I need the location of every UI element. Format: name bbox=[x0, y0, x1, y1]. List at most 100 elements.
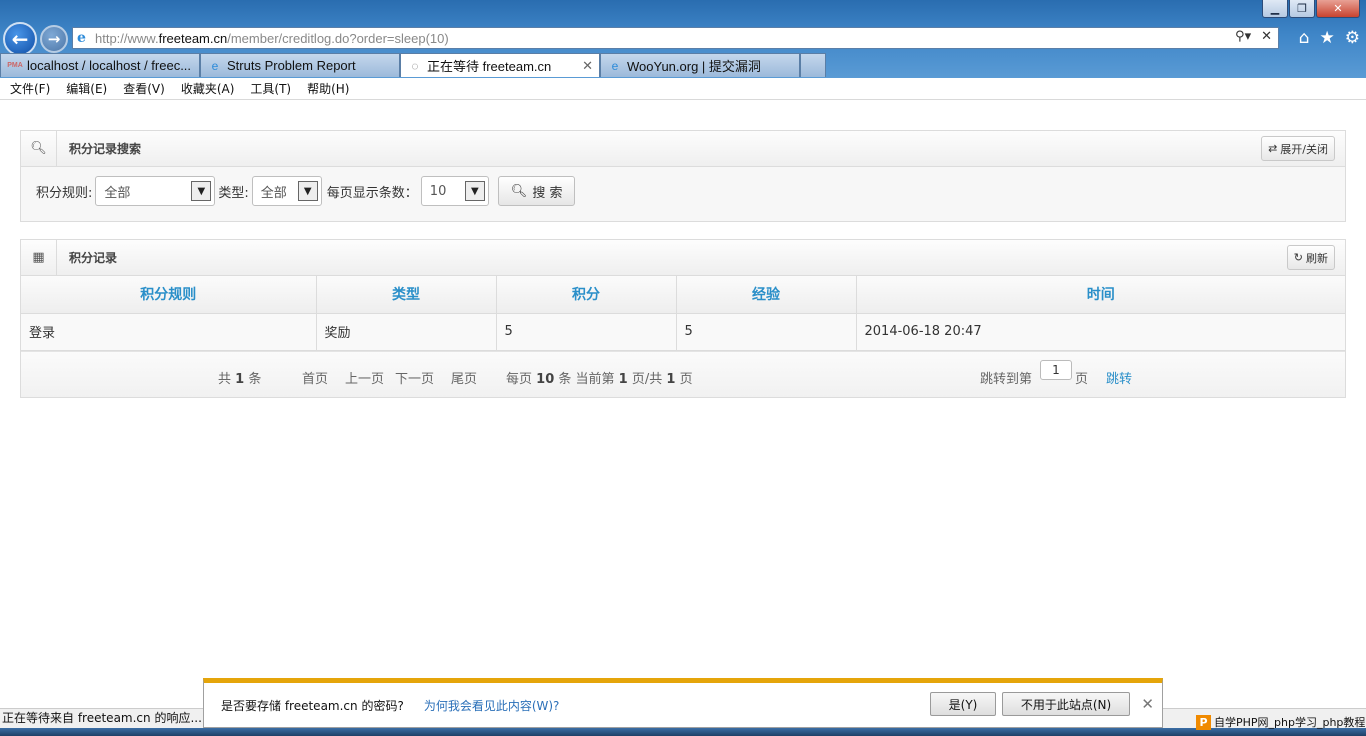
taskbar bbox=[0, 728, 1366, 736]
close-tab-icon[interactable]: ✕ bbox=[576, 58, 593, 74]
tab-label: 正在等待 freeteam.cn bbox=[427, 59, 552, 74]
tab-struts[interactable]: e Struts Problem Report bbox=[200, 53, 400, 77]
status-text: 正在等待来自 freeteam.cn 的响应... bbox=[2, 711, 202, 725]
rule-label: 积分规则: bbox=[36, 185, 93, 201]
table-row: 登录 奖励 5 5 2014-06-18 20:47 bbox=[21, 313, 1345, 351]
search-panel: 🔍︎ 积分记录搜索 ⇄ 展开/关闭 积分规则: 全部 ▼ 类型: 全部 ▼ 每页… bbox=[20, 130, 1346, 222]
save-password-notification: 是否要存储 freeteam.cn 的密码? 为何我会看见此内容(W)? 是(Y… bbox=[203, 678, 1163, 728]
jump-button[interactable]: 跳转 bbox=[1106, 368, 1132, 387]
type-label: 类型: bbox=[218, 185, 249, 201]
gear-icon[interactable]: ⚙ bbox=[1345, 28, 1360, 48]
chevron-down-icon: ▼ bbox=[297, 181, 318, 201]
per-page-select-value: 10 bbox=[429, 183, 447, 199]
window-controls: ▁ ❐ ✕ bbox=[1262, 0, 1360, 18]
home-icon[interactable]: ⌂ bbox=[1299, 28, 1310, 48]
search-icon[interactable]: ⚲▾ bbox=[1235, 29, 1251, 44]
toggle-panel-button[interactable]: ⇄ 展开/关闭 bbox=[1261, 136, 1335, 161]
forward-button[interactable]: → bbox=[40, 25, 68, 53]
ie-icon: e bbox=[211, 58, 219, 73]
tab-strip: PMA localhost / localhost / freec... e S… bbox=[0, 53, 826, 77]
menu-file[interactable]: 文件(F) bbox=[10, 80, 50, 97]
address-url[interactable]: http://www.freeteam.cn/member/creditlog.… bbox=[95, 31, 449, 46]
records-panel-header: ▦ 积分记录 ↻ 刷新 bbox=[21, 239, 1345, 276]
first-page-link[interactable]: 首页 bbox=[302, 368, 328, 387]
new-tab-button[interactable] bbox=[800, 53, 826, 77]
toggle-icon: ⇄ bbox=[1268, 142, 1278, 155]
cell-rule: 登录 bbox=[21, 313, 317, 351]
search-icon: 🔍︎ bbox=[510, 183, 528, 199]
menu-favorites[interactable]: 收藏夹(A) bbox=[181, 80, 235, 97]
rule-select[interactable]: 全部 ▼ bbox=[95, 176, 216, 206]
page-info: 每页 10 条 当前第 1 页/共 1 页 bbox=[506, 371, 693, 387]
notification-message: 是否要存储 freeteam.cn 的密码? bbox=[221, 698, 404, 713]
why-link[interactable]: 为何我会看见此内容(W)? bbox=[424, 697, 560, 714]
ad-text: 自学PHP网_php学习_php教程 bbox=[1214, 716, 1366, 729]
search-button[interactable]: 🔍︎ 搜 索 bbox=[497, 176, 576, 206]
column-header-type[interactable]: 类型 bbox=[316, 276, 497, 314]
tab-label: WooYun.org | 提交漏洞 bbox=[627, 59, 761, 74]
never-save-button[interactable]: 不用于此站点(N) bbox=[1002, 692, 1130, 716]
chevron-down-icon: ▼ bbox=[464, 181, 485, 201]
last-page-link[interactable]: 尾页 bbox=[451, 368, 477, 387]
back-arrow-icon: ← bbox=[11, 27, 29, 51]
chevron-down-icon: ▼ bbox=[191, 181, 212, 201]
menu-bar: 文件(F) 编辑(E) 查看(V) 收藏夹(A) 工具(T) 帮助(H) bbox=[0, 78, 1366, 100]
ad-banner[interactable]: P 自学PHP网_php学习_php教程 bbox=[1196, 712, 1366, 732]
favorites-star-icon[interactable]: ★ bbox=[1320, 28, 1335, 48]
records-panel: ▦ 积分记录 ↻ 刷新 积分规则 类型 积分 经验 时间 登录 奖励 5 5 2… bbox=[20, 239, 1346, 398]
column-header-rule[interactable]: 积分规则 bbox=[21, 276, 317, 314]
menu-help[interactable]: 帮助(H) bbox=[307, 80, 349, 97]
maximize-button[interactable]: ❐ bbox=[1289, 0, 1315, 18]
tab-phpmyadmin[interactable]: PMA localhost / localhost / freec... bbox=[0, 53, 200, 77]
jump-suffix: 页 bbox=[1075, 371, 1089, 387]
type-select-value: 全部 bbox=[260, 185, 287, 201]
menu-edit[interactable]: 编辑(E) bbox=[66, 80, 107, 97]
stop-icon[interactable]: ✕ bbox=[1261, 29, 1272, 44]
column-header-experience[interactable]: 经验 bbox=[676, 276, 857, 314]
browser-titlebar: ▁ ❐ ✕ ← → e http://www.freeteam.cn/membe… bbox=[0, 0, 1366, 78]
loading-icon: ◌ bbox=[411, 58, 419, 73]
total-count: 共 1 条 bbox=[218, 371, 262, 387]
jump-page-input[interactable]: 1 bbox=[1040, 359, 1072, 380]
prev-page-link[interactable]: 上一页 bbox=[345, 368, 384, 387]
address-bar[interactable]: e http://www.freeteam.cn/member/creditlo… bbox=[72, 27, 1279, 49]
close-icon[interactable]: ✕ bbox=[1141, 695, 1154, 713]
ie-icon: e bbox=[77, 30, 86, 46]
tab-label: Struts Problem Report bbox=[227, 58, 356, 73]
address-tools: ⚲▾ ✕ bbox=[1235, 29, 1272, 44]
per-page-label: 每页显示条数： bbox=[326, 185, 418, 201]
refresh-icon: ↻ bbox=[1293, 251, 1303, 264]
tab-freeteam[interactable]: ◌ 正在等待 freeteam.cn ✕ bbox=[400, 53, 600, 77]
records-table: 积分规则 类型 积分 经验 时间 登录 奖励 5 5 2014-06-18 20… bbox=[21, 276, 1345, 351]
refresh-label: 刷新 bbox=[1306, 251, 1328, 265]
search-button-label: 搜 索 bbox=[532, 185, 563, 201]
back-button[interactable]: ← bbox=[3, 22, 37, 56]
cell-type: 奖励 bbox=[316, 313, 497, 351]
cell-time: 2014-06-18 20:47 bbox=[856, 313, 1345, 351]
grid-icon: ▦ bbox=[21, 239, 57, 276]
per-page-select[interactable]: 10 ▼ bbox=[420, 176, 489, 206]
tab-wooyun[interactable]: e WooYun.org | 提交漏洞 bbox=[600, 53, 800, 77]
save-yes-button[interactable]: 是(Y) bbox=[930, 692, 996, 716]
refresh-button[interactable]: ↻ 刷新 bbox=[1286, 245, 1335, 270]
ie-icon: e bbox=[611, 58, 619, 73]
minimize-button[interactable]: ▁ bbox=[1262, 0, 1288, 18]
forward-arrow-icon: → bbox=[47, 30, 61, 48]
column-header-points[interactable]: 积分 bbox=[496, 276, 677, 314]
menu-view[interactable]: 查看(V) bbox=[123, 80, 165, 97]
pma-icon: PMA bbox=[7, 62, 23, 69]
table-header-row: 积分规则 类型 积分 经验 时间 bbox=[21, 276, 1345, 314]
search-form: 积分规则: 全部 ▼ 类型: 全部 ▼ 每页显示条数： 10 ▼ 🔍︎ 搜 索 bbox=[21, 167, 1345, 215]
next-page-link[interactable]: 下一页 bbox=[395, 368, 434, 387]
type-select[interactable]: 全部 ▼ bbox=[251, 176, 322, 206]
jump-label: 跳转到第 bbox=[980, 371, 1033, 387]
search-icon: 🔍︎ bbox=[21, 130, 57, 167]
browser-toolbar-icons: ⌂ ★ ⚙ bbox=[1299, 28, 1360, 48]
search-panel-header: 🔍︎ 积分记录搜索 ⇄ 展开/关闭 bbox=[21, 130, 1345, 167]
menu-tools[interactable]: 工具(T) bbox=[250, 80, 291, 97]
column-header-time[interactable]: 时间 bbox=[856, 276, 1345, 314]
close-window-button[interactable]: ✕ bbox=[1316, 0, 1360, 18]
search-panel-title: 积分记录搜索 bbox=[69, 142, 142, 156]
cell-points: 5 bbox=[496, 313, 677, 351]
cell-experience: 5 bbox=[676, 313, 857, 351]
